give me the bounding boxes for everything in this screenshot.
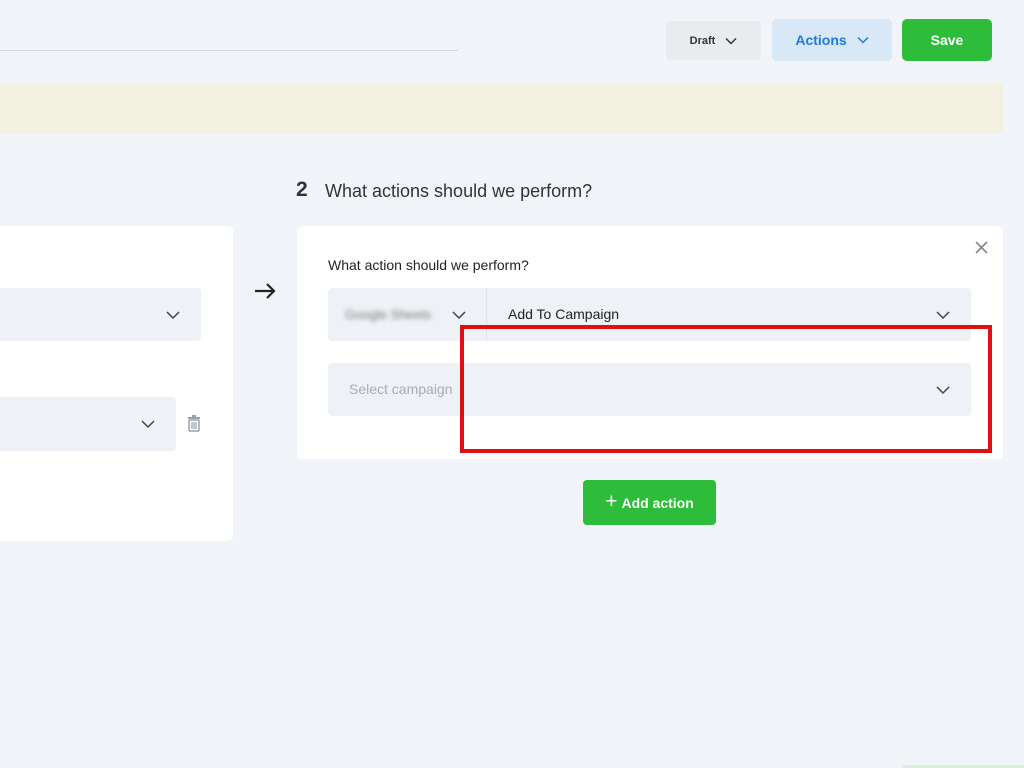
step-number: 2 bbox=[296, 178, 308, 201]
title-underline bbox=[0, 50, 458, 51]
chevron-down-icon bbox=[141, 420, 155, 429]
event-select-value: Add To Campaign bbox=[508, 306, 620, 322]
trigger-event-select[interactable] bbox=[0, 397, 176, 451]
chevron-down-icon bbox=[452, 311, 466, 320]
close-icon[interactable] bbox=[974, 240, 989, 255]
step-title: What actions should we perform? bbox=[325, 181, 593, 201]
chevron-down-icon bbox=[857, 36, 869, 44]
campaign-select-placeholder: Select campaign bbox=[349, 381, 453, 397]
save-button[interactable]: Save bbox=[902, 19, 992, 61]
plus-icon: + bbox=[605, 490, 618, 513]
highlight-box bbox=[460, 325, 992, 453]
add-action-label: Add action bbox=[621, 494, 694, 511]
status-label: Draft bbox=[689, 34, 716, 47]
chevron-down-icon bbox=[166, 311, 180, 320]
trigger-card bbox=[0, 226, 233, 541]
trash-icon[interactable] bbox=[186, 414, 202, 432]
arrow-right-icon bbox=[255, 283, 276, 299]
notice-banner bbox=[0, 83, 1003, 134]
app-select-value: Google Sheets bbox=[345, 307, 432, 322]
chevron-down-icon bbox=[725, 37, 737, 45]
actions-dropdown[interactable]: Actions bbox=[772, 19, 892, 61]
save-label: Save bbox=[930, 32, 964, 48]
chevron-down-icon bbox=[936, 311, 950, 320]
trigger-app-select[interactable] bbox=[0, 288, 201, 341]
action-question-label: What action should we perform? bbox=[328, 257, 529, 273]
add-action-button[interactable]: + Add action bbox=[583, 480, 716, 525]
status-dropdown[interactable]: Draft bbox=[666, 21, 761, 60]
actions-label: Actions bbox=[795, 32, 847, 48]
